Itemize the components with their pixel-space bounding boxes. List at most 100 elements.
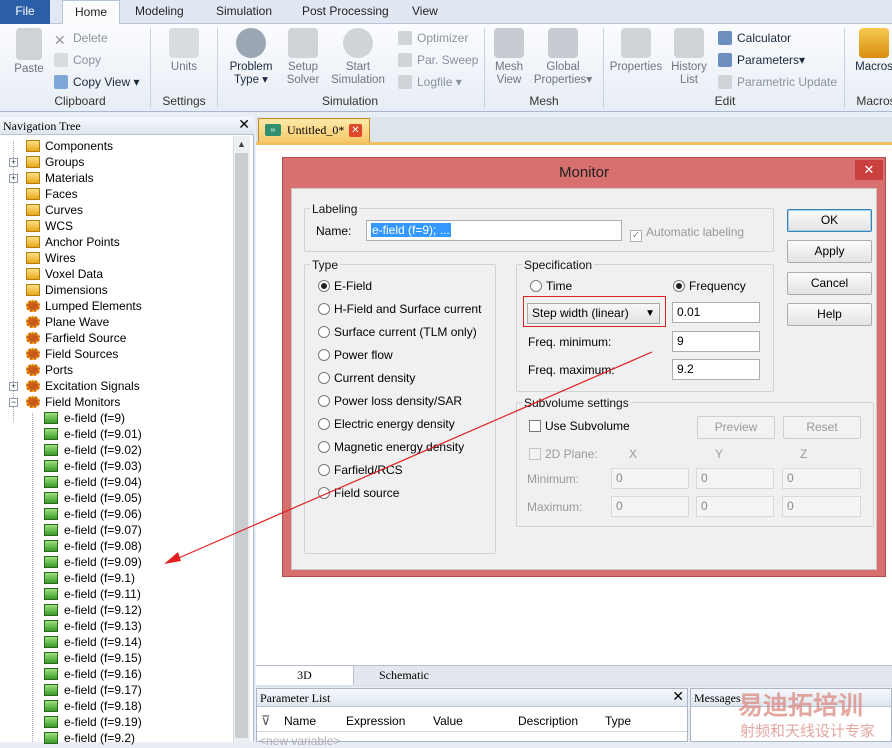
type-radio[interactable]: Power flow	[318, 347, 393, 363]
tab-file[interactable]: File	[0, 0, 50, 24]
step-mode-select[interactable]: Step width (linear) ▼	[527, 303, 660, 324]
tab-home[interactable]: Home	[62, 0, 120, 25]
type-radio[interactable]: Farfield/RCS	[318, 462, 403, 478]
min-x-field[interactable]: 0	[611, 468, 689, 489]
max-z-field[interactable]: 0	[782, 496, 861, 517]
setup-solver-button[interactable]: Setup Solver	[282, 28, 324, 87]
type-radio[interactable]: Magnetic energy density	[318, 439, 464, 455]
radio-icon	[530, 280, 542, 292]
close-icon[interactable]: ✕	[855, 160, 883, 180]
ok-button[interactable]: OK	[787, 209, 872, 232]
type-radio[interactable]: Surface current (TLM only)	[318, 324, 477, 340]
close-icon[interactable]: ✕	[672, 689, 684, 707]
expand-icon[interactable]: +	[9, 382, 18, 391]
copy-view-button[interactable]: Copy View ▾	[54, 73, 140, 91]
tree-item-label: e-field (f=9)	[64, 411, 126, 425]
radio-icon	[318, 303, 330, 315]
global-properties-button[interactable]: Global Properties▾	[532, 28, 594, 87]
step-width-field[interactable]: 0.01	[672, 302, 760, 323]
name-field[interactable]: e-field (f=9); ...	[366, 220, 622, 241]
gear-icon	[26, 380, 40, 392]
max-x-field[interactable]: 0	[611, 496, 689, 517]
messages-title: Messages	[694, 691, 741, 705]
type-option-label: Electric energy density	[334, 417, 455, 431]
properties-button[interactable]: Properties	[608, 28, 664, 74]
freq-maximum-field[interactable]: 9.2	[672, 359, 760, 380]
min-y-value: 0	[701, 471, 708, 485]
checkbox-icon	[529, 420, 541, 432]
column-type[interactable]: Type	[605, 714, 631, 728]
copy-button[interactable]: Copy	[54, 51, 101, 69]
start-simulation-button[interactable]: Start Simulation	[328, 28, 388, 87]
x-axis-label: X	[629, 447, 638, 461]
document-tab[interactable]: ≈ Untitled_0* ✕	[258, 118, 370, 142]
radio-selected-icon	[318, 280, 330, 292]
par-sweep-button[interactable]: Par. Sweep	[398, 51, 478, 69]
monitor-icon	[44, 460, 58, 472]
filter-icon[interactable]: ⊽	[261, 713, 271, 729]
new-variable-row[interactable]: <new variable>	[259, 734, 340, 748]
folder-icon	[26, 252, 40, 264]
tab-view[interactable]: View	[404, 0, 446, 24]
2d-plane-checkbox[interactable]: 2D Plane:	[529, 447, 598, 461]
parametric-update-button[interactable]: Parametric Update	[718, 73, 837, 91]
tab-modeling[interactable]: Modeling	[127, 0, 192, 24]
use-subvolume-checkbox[interactable]: Use Subvolume	[529, 419, 630, 433]
type-radio[interactable]: Current density	[318, 370, 415, 386]
problem-type-label: Problem Type	[229, 61, 273, 86]
frequency-radio[interactable]: Frequency	[673, 278, 746, 294]
delete-icon: ✕	[54, 32, 66, 48]
tree-item-label: Dimensions	[45, 283, 108, 297]
reset-button[interactable]: Reset	[783, 416, 861, 439]
folder-icon	[26, 268, 40, 280]
expand-icon[interactable]: +	[9, 174, 18, 183]
time-radio[interactable]: Time	[530, 278, 572, 294]
type-option-label: Current density	[334, 371, 416, 385]
type-radio[interactable]: Electric energy density	[318, 416, 455, 432]
paste-button[interactable]: Paste	[10, 28, 48, 76]
min-z-field[interactable]: 0	[782, 468, 861, 489]
column-expression[interactable]: Expression	[346, 714, 405, 728]
logfile-button[interactable]: Logfile ▾	[398, 73, 462, 91]
units-button[interactable]: Units	[164, 28, 204, 74]
type-radio[interactable]: E-Field	[318, 278, 372, 294]
tab-3d[interactable]: 3D	[256, 666, 354, 685]
par-sweep-label: Par. Sweep	[417, 53, 479, 67]
calculator-button[interactable]: Calculator	[718, 29, 791, 47]
type-radio[interactable]: Field source	[318, 485, 399, 501]
tab-schematic[interactable]: Schematic	[354, 666, 454, 685]
type-radio[interactable]: H-Field and Surface current	[318, 301, 481, 317]
freq-minimum-field[interactable]: 9	[672, 331, 760, 352]
column-value[interactable]: Value	[433, 714, 463, 728]
parameters-button[interactable]: Parameters▾	[718, 51, 805, 69]
max-y-field[interactable]: 0	[696, 496, 774, 517]
preview-button[interactable]: Preview	[697, 416, 775, 439]
close-icon[interactable]: ✕	[238, 117, 250, 134]
navigation-tree-header: Navigation Tree ✕	[0, 117, 254, 135]
help-button[interactable]: Help	[787, 303, 872, 326]
tab-post-processing[interactable]: Post Processing	[294, 0, 397, 24]
cancel-button[interactable]: Cancel	[787, 272, 872, 295]
apply-button[interactable]: Apply	[787, 240, 872, 263]
min-y-field[interactable]: 0	[696, 468, 774, 489]
mesh-view-button[interactable]: Mesh View	[490, 28, 528, 87]
collapse-icon[interactable]: −	[9, 398, 18, 407]
expand-icon[interactable]: +	[9, 158, 18, 167]
chevron-down-icon: ▼	[645, 308, 655, 319]
optimizer-button[interactable]: Optimizer	[398, 29, 468, 47]
solver-icon	[288, 28, 318, 58]
tab-simulation[interactable]: Simulation	[208, 0, 280, 24]
scroll-up-icon[interactable]: ▲	[235, 137, 248, 151]
scrollbar-thumb[interactable]	[235, 153, 248, 738]
column-name[interactable]: Name	[284, 714, 316, 728]
name-field-value: e-field (f=9); ...	[371, 223, 451, 237]
type-radio[interactable]: Power loss density/SAR	[318, 393, 462, 409]
delete-button[interactable]: ✕ Delete	[54, 29, 108, 47]
automatic-labeling-checkbox[interactable]: ✓ Automatic labeling	[630, 225, 744, 242]
macros-button[interactable]: Macros	[854, 28, 892, 74]
close-icon[interactable]: ✕	[349, 124, 362, 137]
column-description[interactable]: Description	[518, 714, 578, 728]
history-list-button[interactable]: History List	[666, 28, 712, 87]
problem-type-button[interactable]: Problem Type ▾	[224, 28, 278, 87]
tree-item-label: e-field (f=9.19)	[64, 715, 142, 729]
